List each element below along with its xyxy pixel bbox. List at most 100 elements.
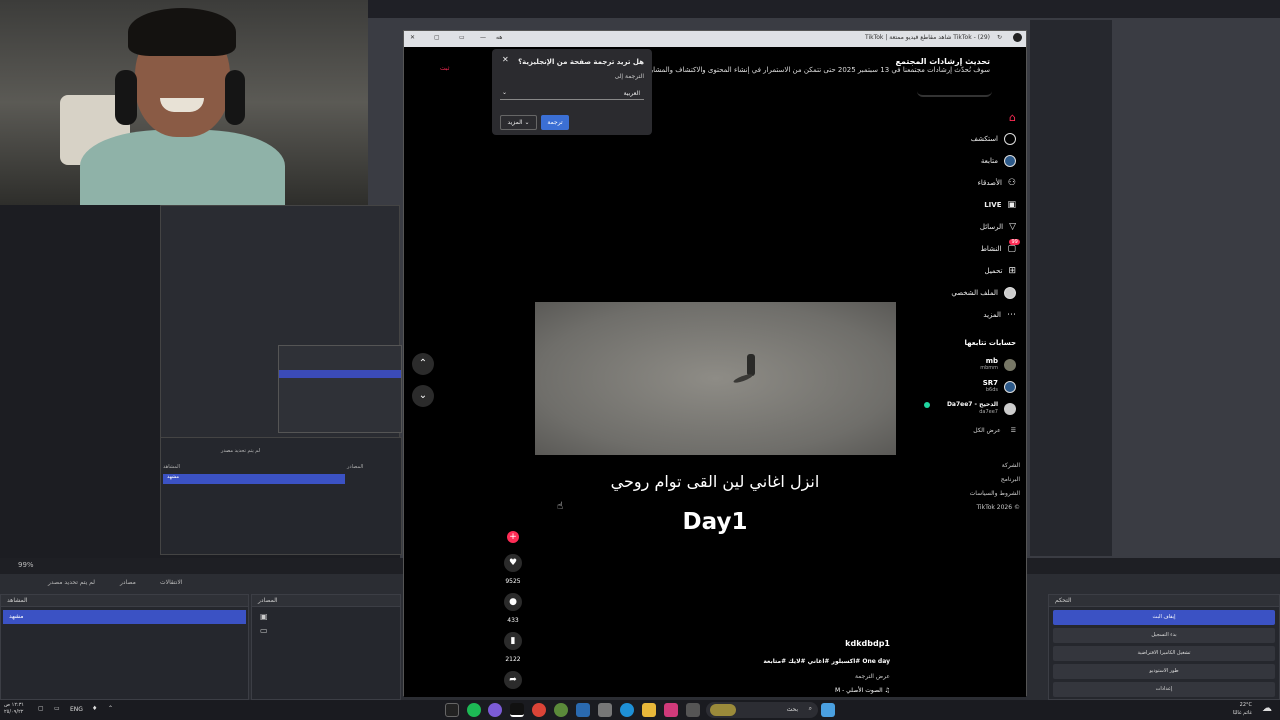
settings-button[interactable]: إعدادات: [1053, 682, 1275, 697]
weather[interactable]: 22°C غائم غالبًا: [1233, 701, 1252, 717]
nav-friends[interactable]: الأصدقاء ⚇: [978, 175, 1016, 191]
more-button[interactable]: المزيد ⌄: [500, 115, 537, 130]
next-video-button[interactable]: ⌄: [412, 385, 434, 407]
nav-label: LIVE: [984, 201, 1002, 209]
tab-sources[interactable]: مصادر: [120, 579, 136, 586]
translate-popup: هل تريد ترجمة صفحة من الإنجليزية؟ ✕ التر…: [492, 49, 652, 135]
person-figure: [747, 354, 755, 376]
avatar: [1004, 381, 1016, 393]
previous-video-button[interactable]: ⌃: [412, 353, 434, 375]
file-explorer-icon[interactable]: [642, 703, 656, 717]
nav-label: الأصدقاء: [977, 179, 1002, 187]
scene-item[interactable]: مشهد: [3, 610, 246, 624]
nav-live[interactable]: LIVE ▣: [984, 197, 1016, 213]
microphone-icon[interactable]: ♦: [92, 705, 97, 712]
author-name[interactable]: kdkdbdp1: [845, 639, 890, 648]
language-indicator[interactable]: ENG: [70, 706, 83, 713]
avatar: [1004, 359, 1016, 371]
nav-label: الملف الشخصي: [951, 289, 998, 297]
see-all-link[interactable]: عرض الكل ☰: [973, 427, 1016, 434]
maximize-icon[interactable]: ▢: [434, 34, 440, 41]
headset-left: [115, 70, 137, 125]
nav-upload[interactable]: تحميل ⊞: [985, 263, 1016, 279]
home-icon: ⌂: [1009, 110, 1016, 124]
task-view-icon[interactable]: [686, 703, 700, 717]
address-text[interactable]: هه: [496, 34, 502, 41]
footer-company[interactable]: الشركة: [920, 459, 1020, 473]
close-window-icon[interactable]: ✕: [410, 34, 415, 41]
tiktok-taskbar-icon[interactable]: [510, 703, 524, 717]
popup-label: الترجمة إلى: [614, 73, 644, 80]
search-box[interactable]: بحث ⌕: [706, 702, 818, 718]
nav-activity[interactable]: النشاط ▢ 99: [980, 239, 1020, 257]
video-player[interactable]: [535, 302, 896, 455]
language-select[interactable]: ⌄ العربية: [500, 86, 644, 100]
account-da7ee7[interactable]: Da7ee7 - الدحيح da7ee7: [906, 401, 1016, 417]
account-handle: mbmm: [980, 365, 998, 371]
obs-taskbar-icon[interactable]: [445, 703, 459, 717]
nav-explore[interactable]: استكشف: [971, 131, 1016, 147]
studio-mode-button[interactable]: طور الاستوديو: [1053, 664, 1275, 679]
start-recording-button[interactable]: بدء التسجيل: [1053, 628, 1275, 643]
like-button[interactable]: ♥: [504, 554, 522, 572]
share-button[interactable]: ➦: [504, 671, 522, 689]
obs-preview-side: [1030, 20, 1112, 556]
discord-icon[interactable]: [488, 703, 502, 717]
chevron-down-icon: ⌄: [502, 89, 508, 96]
footer-terms[interactable]: الشروط والسياسات: [920, 487, 1020, 501]
display-source-icon[interactable]: ▭: [260, 626, 392, 635]
comment-button[interactable]: ●: [504, 593, 522, 611]
nav-label: متابعة: [980, 157, 998, 165]
spotify-icon[interactable]: [467, 703, 481, 717]
reload-icon[interactable]: ↻: [997, 34, 1002, 41]
widgets-icon[interactable]: [821, 703, 835, 717]
nav-following[interactable]: متابعة: [981, 153, 1016, 169]
translate-button[interactable]: ترجمة: [541, 115, 569, 130]
language-value: العربية: [623, 90, 640, 97]
zoom-level: 99%: [18, 561, 34, 569]
camera-app-icon[interactable]: [598, 703, 612, 717]
clock[interactable]: ١٢:٣١ ص ٢٥/٠٩/٢٢: [4, 702, 24, 716]
minimize-icon[interactable]: —: [480, 34, 486, 41]
nav-home[interactable]: ⌂: [1009, 109, 1016, 125]
nav-profile[interactable]: الملف الشخصي: [951, 285, 1016, 301]
footer-program[interactable]: البرنامج: [920, 473, 1020, 487]
account-mb[interactable]: mb mbmm: [906, 357, 1016, 373]
copilot-icon[interactable]: [664, 703, 678, 717]
music-note-icon: ♫: [884, 687, 890, 694]
chrome-icon[interactable]: [532, 703, 546, 717]
follow-plus-icon[interactable]: +: [507, 531, 519, 543]
nav-label: تحميل: [984, 267, 1003, 275]
stop-stream-button[interactable]: إيقاف البث: [1053, 610, 1275, 625]
compass-icon: [1004, 133, 1016, 145]
nav-more[interactable]: المزيد ⋯: [983, 307, 1016, 323]
nested-scene-item[interactable]: مشهد: [163, 474, 345, 484]
steam-icon[interactable]: [576, 703, 590, 717]
sound-link[interactable]: M - الصوت الأصلي ♫: [835, 687, 890, 694]
upload-icon: ⊞: [1008, 266, 1016, 276]
restore-icon[interactable]: ▭: [459, 34, 465, 41]
virtual-camera-button[interactable]: تشغيل الكاميرا الافتراضية: [1053, 646, 1275, 661]
tab-no-source[interactable]: لم يتم تحديد مصدر: [48, 579, 95, 586]
camera-source-icon[interactable]: ▣: [260, 612, 392, 621]
sources-header: المصادر: [252, 595, 400, 607]
sidebar-footer: الشركة البرنامج الشروط والسياسات © 2026 …: [920, 459, 1020, 515]
banner-link[interactable]: ثبت: [440, 65, 449, 72]
search-bar-edge[interactable]: [917, 91, 992, 97]
account-sr7[interactable]: SR7 b6ds: [906, 379, 1016, 395]
heart-icon: ♥: [508, 558, 518, 568]
nav-messages[interactable]: الرسائل ▽: [980, 219, 1016, 235]
tray-chevron-icon[interactable]: ⌃: [108, 705, 113, 712]
tab-transitions[interactable]: الانتقالات: [160, 579, 183, 586]
save-button[interactable]: ▮: [504, 632, 522, 650]
notification-icon[interactable]: ▢: [38, 705, 44, 712]
see-translation-link[interactable]: عرض الترجمة: [855, 673, 890, 680]
nested-scenes-header: المشاهد: [163, 464, 181, 470]
close-icon[interactable]: ✕: [502, 55, 509, 64]
xbox-icon[interactable]: [554, 703, 568, 717]
more-label: المزيد: [507, 119, 523, 126]
edge-icon[interactable]: [620, 703, 634, 717]
share-icon: ➦: [509, 675, 517, 685]
display-icon[interactable]: ▭: [54, 705, 60, 712]
tab-title[interactable]: TikTok - (29) شاهد مقاطع فيديو ممتعة | T…: [865, 34, 990, 41]
